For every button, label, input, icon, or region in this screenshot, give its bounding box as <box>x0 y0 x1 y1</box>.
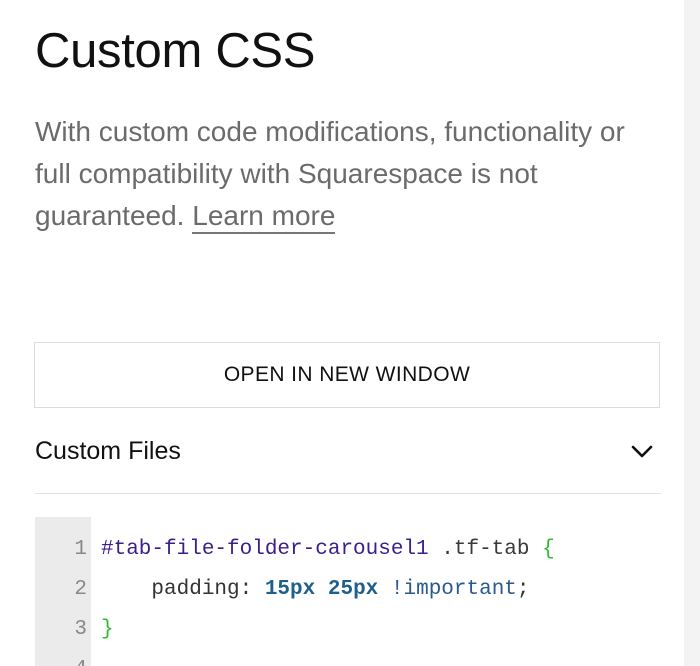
page-title: Custom CSS <box>35 24 316 78</box>
code-line: 3} <box>35 610 661 650</box>
code-line: 2 padding: 15px 25px !important; <box>35 570 661 610</box>
line-number: 2 <box>74 578 87 601</box>
custom-css-panel: Custom CSS With custom code modification… <box>0 0 684 666</box>
code-text: #tab-file-folder-carousel1 .tf-tab { <box>101 530 555 570</box>
open-in-new-window-button[interactable]: OPEN IN NEW WINDOW <box>34 342 660 408</box>
code-token: 25px <box>327 578 379 601</box>
code-text: } <box>101 610 114 650</box>
code-token: !important <box>390 578 517 601</box>
code-token: padding: <box>101 578 265 601</box>
line-number: 3 <box>74 618 87 641</box>
code-token: 15px <box>264 578 316 601</box>
code-text: padding: 15px 25px !important; <box>101 570 530 610</box>
css-code-editor[interactable]: 1 #tab-file-folder-carousel1 .tf-tab {2 p… <box>35 517 661 666</box>
chevron-down-icon <box>631 441 653 463</box>
code-token: ; <box>516 578 530 601</box>
scrollbar-track[interactable] <box>684 0 700 666</box>
code-line: 1 #tab-file-folder-carousel1 .tf-tab { <box>35 530 661 570</box>
custom-files-label: Custom Files <box>35 437 181 465</box>
code-token: { <box>542 538 555 561</box>
compatibility-notice: With custom code modifications, function… <box>35 111 635 237</box>
code-token: .tf-tab <box>428 538 543 561</box>
line-number: 1 <box>74 538 87 561</box>
learn-more-link[interactable]: Learn more <box>192 200 336 234</box>
line-number: 4 <box>35 650 87 666</box>
custom-files-toggle[interactable]: Custom Files <box>35 430 661 494</box>
code-token: #tab-file-folder-carousel1 <box>101 538 429 561</box>
code-line: 4 <box>35 650 661 666</box>
code-token: } <box>101 618 114 641</box>
